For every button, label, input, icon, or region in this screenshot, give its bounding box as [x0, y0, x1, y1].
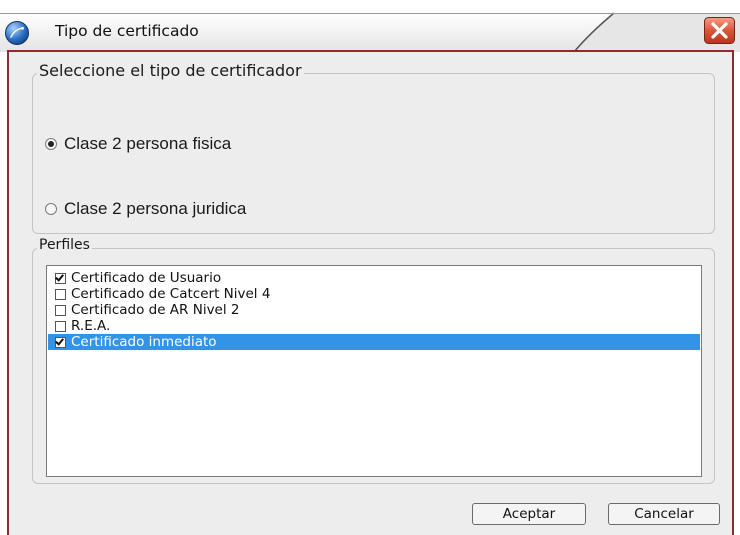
cancel-button[interactable]: Cancelar — [608, 503, 720, 525]
list-item-catcert-nivel-4[interactable]: Certificado de Catcert Nivel 4 — [48, 286, 348, 302]
list-item-ar-nivel-2[interactable]: Certificado de AR Nivel 2 — [48, 302, 348, 318]
list-item-rea[interactable]: R.E.A. — [48, 318, 348, 334]
close-icon[interactable] — [704, 17, 735, 44]
window-title: Tipo de certificado — [55, 22, 199, 40]
title-bar[interactable]: Tipo de certificado — [0, 0, 740, 52]
radio-label-persona-fisica: Clase 2 persona fisica — [64, 134, 232, 153]
checkbox-unchecked[interactable] — [55, 288, 66, 300]
radio-label-persona-juridica: Clase 2 persona juridica — [64, 199, 247, 218]
list-item-label: Certificado de AR Nivel 2 — [71, 302, 240, 318]
app-globe-icon — [5, 21, 29, 45]
profiles-list[interactable]: Certificado de Usuario Certificado de Ca… — [46, 265, 702, 477]
list-item-label: Certificado inmediato — [71, 334, 217, 350]
radio-button-selected[interactable] — [45, 138, 57, 150]
profiles-group: Perfiles Certificado de Usuario Certific… — [32, 237, 715, 484]
dialog-window: Tipo de certificado Seleccione el tipo d… — [0, 0, 740, 535]
checkbox-unchecked[interactable] — [55, 320, 66, 332]
certificate-type-legend: Seleccione el tipo de certificador — [37, 61, 304, 80]
radio-persona-juridica[interactable]: Clase 2 persona juridica — [45, 198, 246, 220]
list-item-label: R.E.A. — [71, 318, 111, 334]
list-item-certificado-inmediato[interactable]: Certificado inmediato — [48, 334, 700, 350]
list-item-certificado-usuario[interactable]: Certificado de Usuario — [48, 270, 348, 286]
dialog-body: Seleccione el tipo de certificador Clase… — [7, 52, 734, 535]
certificate-type-group: Seleccione el tipo de certificador Clase… — [32, 61, 715, 234]
profiles-legend: Perfiles — [37, 237, 92, 253]
radio-persona-fisica[interactable]: Clase 2 persona fisica — [45, 133, 231, 155]
checkbox-checked[interactable] — [55, 336, 66, 348]
list-item-label: Certificado de Catcert Nivel 4 — [71, 286, 271, 302]
checkbox-checked[interactable] — [55, 272, 66, 284]
list-item-label: Certificado de Usuario — [71, 270, 222, 286]
checkbox-unchecked[interactable] — [55, 304, 66, 316]
radio-button-unselected[interactable] — [45, 203, 57, 215]
accept-button[interactable]: Aceptar — [472, 503, 586, 525]
